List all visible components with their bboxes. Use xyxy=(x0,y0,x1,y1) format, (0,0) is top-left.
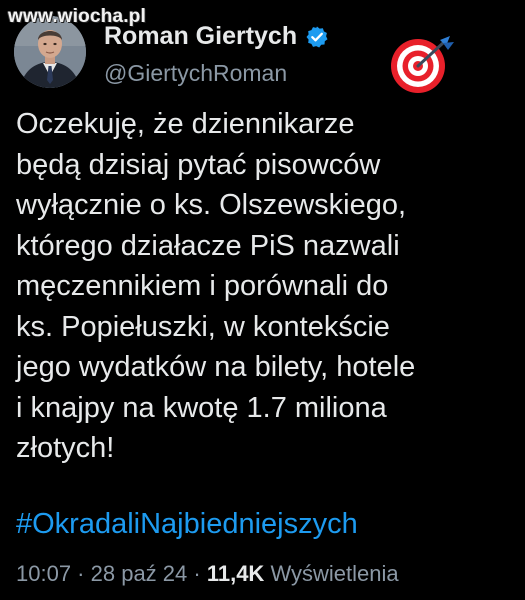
tweet-text-line: Oczekuję, że dziennikarze xyxy=(16,108,355,140)
tweet-text-line: będą dzisiaj pytać pisowców xyxy=(16,148,381,181)
site-watermark: www.wiocha.pl xyxy=(8,6,147,27)
tweet-text-line: wyłącznie o ks. Olszewskiego, xyxy=(16,189,407,221)
tweet-meta: 10:07 · 28 paź 24 · 11,4K Wyświetlenia xyxy=(16,561,399,587)
tweet-date[interactable]: 28 paź 24 xyxy=(91,561,188,586)
tweet-text-line: ks. Popiełuszki, w kontekście xyxy=(16,310,390,343)
hashtag-link[interactable]: #OkradaliNajbiedniejszych xyxy=(16,508,358,541)
tweet-text-line: jego wydatków na bilety, hotele xyxy=(16,351,416,383)
direct-hit-target-icon xyxy=(388,34,458,96)
author-handle[interactable]: @GiertychRoman xyxy=(104,60,287,87)
verified-badge-icon xyxy=(305,25,329,49)
tweet-time[interactable]: 10:07 xyxy=(16,561,71,586)
tweet-text-line: i knajpy na kwotę 1.7 miliona xyxy=(16,391,387,424)
views-count: 11,4K xyxy=(206,561,265,586)
tweet-text-line: złotych! xyxy=(16,432,115,464)
meta-separator: · xyxy=(71,561,91,586)
views-label: Wyświetlenia xyxy=(270,561,399,586)
meta-separator: · xyxy=(187,561,207,586)
tweet-text: Oczekuję, że dziennikarze będą dzisiaj p… xyxy=(16,104,516,469)
tweet-text-line: którego działacze PiS nazwali xyxy=(16,229,400,262)
tweet-text-line: męczennikiem i porównali do xyxy=(16,270,389,302)
